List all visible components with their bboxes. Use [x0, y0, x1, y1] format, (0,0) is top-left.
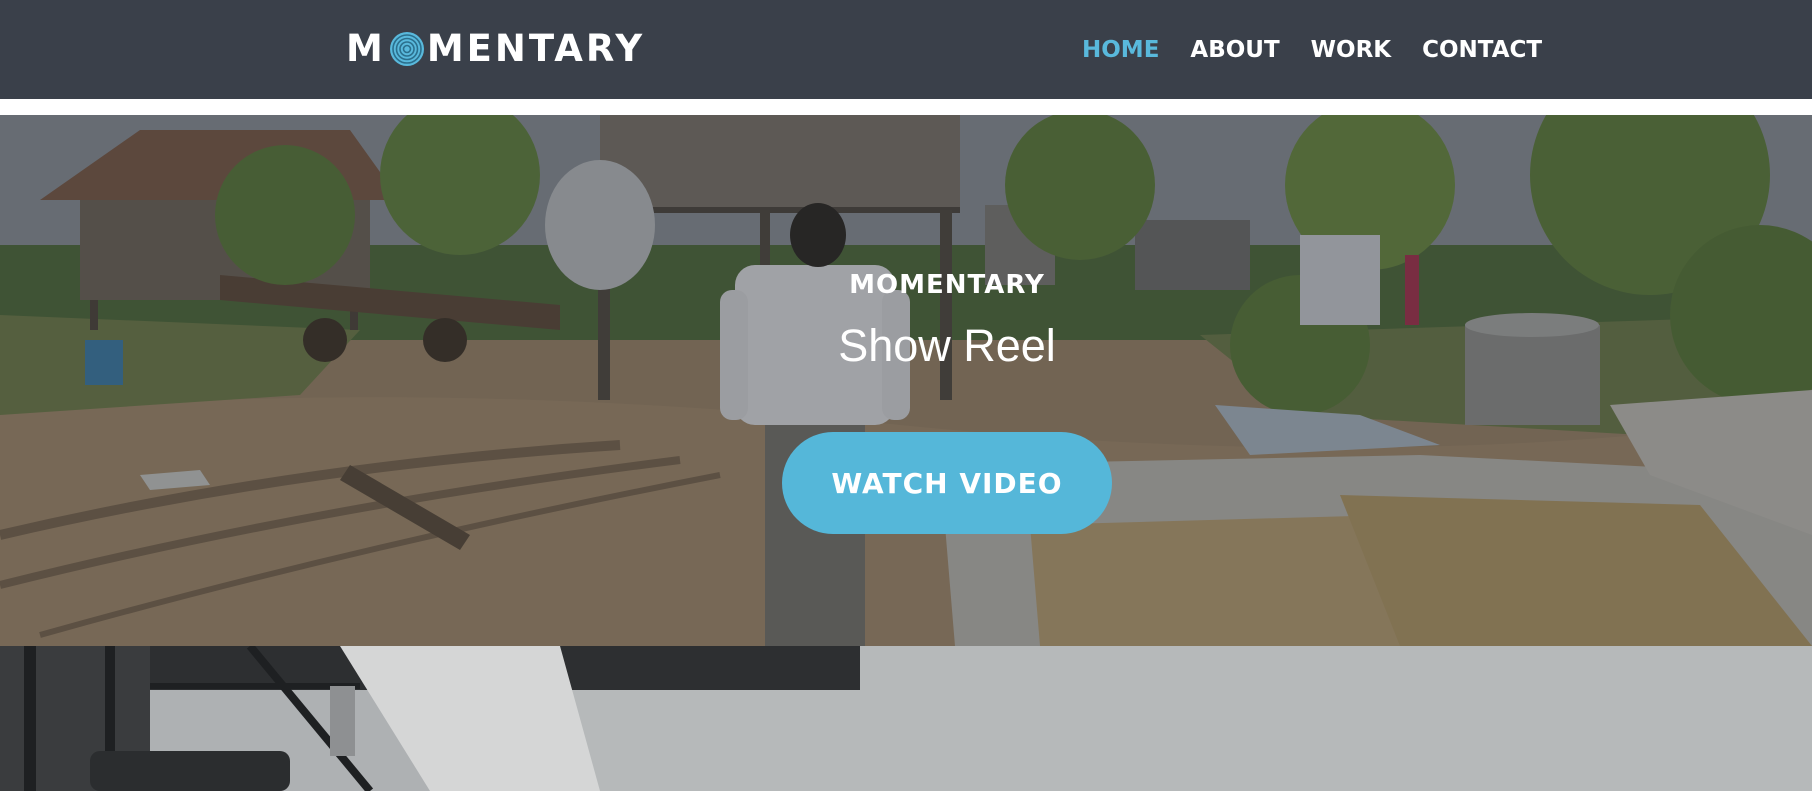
nav-item-work[interactable]: WORK — [1311, 34, 1391, 66]
watch-video-button[interactable]: WATCH VIDEO — [782, 432, 1112, 534]
hero-kicker: MOMENTARY — [849, 270, 1045, 300]
site-logo[interactable]: M MENTARY — [346, 28, 645, 68]
hero-content: MOMENTARY Show Reel WATCH VIDEO — [0, 115, 1812, 646]
nav-item-contact[interactable]: CONTACT — [1422, 34, 1542, 66]
studio-section — [0, 646, 1812, 791]
hero-title: Show Reel — [838, 320, 1056, 371]
studio-background-image — [0, 646, 1812, 791]
hero-section: MOMENTARY Show Reel WATCH VIDEO — [0, 115, 1812, 646]
logo-letters-mentary: MENTARY — [426, 26, 646, 70]
logo-letter-m: M — [346, 26, 386, 70]
nav-item-about[interactable]: ABOUT — [1190, 34, 1279, 66]
site-header: M MENTARY HOME ABOUT WORK CONTACT — [0, 0, 1812, 99]
main-nav: HOME ABOUT WORK CONTACT — [1082, 34, 1542, 66]
nav-item-home[interactable]: HOME — [1082, 34, 1159, 66]
concentric-rings-icon — [389, 31, 425, 67]
